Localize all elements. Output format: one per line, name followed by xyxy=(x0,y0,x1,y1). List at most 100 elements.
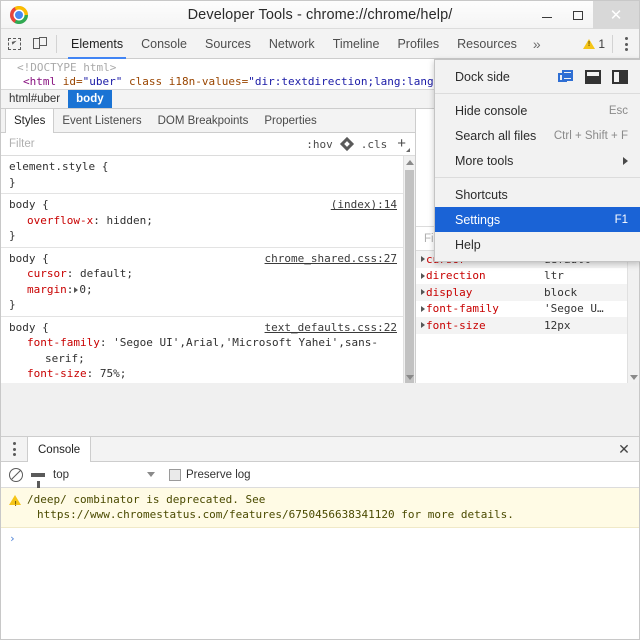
declaration[interactable]: font-size: 75%; xyxy=(9,366,397,382)
execution-context-selector[interactable]: top xyxy=(53,469,69,481)
menu-item-label: Settings xyxy=(455,212,501,227)
declaration-name: font-family xyxy=(27,336,100,349)
maximize-button[interactable] xyxy=(562,1,593,29)
filter-funnel-icon[interactable] xyxy=(31,472,45,488)
chevron-down-icon[interactable] xyxy=(147,472,155,477)
rule-close-brace: } xyxy=(9,229,16,242)
menu-item-shortcuts[interactable]: Shortcuts xyxy=(435,182,640,207)
console-message-warning[interactable]: /deep/ combinator is deprecated. See htt… xyxy=(1,488,639,528)
rule-source[interactable]: text_defaults.css:22 xyxy=(265,320,397,336)
computed-scrollbar[interactable] xyxy=(627,251,639,383)
warning-count-badge[interactable]: 1 xyxy=(583,37,612,51)
scrollbar-thumb[interactable] xyxy=(405,170,414,383)
clear-console-icon[interactable] xyxy=(9,467,23,482)
scroll-down-icon[interactable] xyxy=(404,371,415,383)
scroll-up-icon[interactable] xyxy=(404,156,415,168)
warning-count-label: 1 xyxy=(598,37,605,51)
expand-property-icon[interactable] xyxy=(421,322,425,329)
title-bar: Developer Tools - chrome://chrome/help/ … xyxy=(1,1,639,29)
rule-selector: body { xyxy=(9,198,49,211)
menu-item-shortcut: Ctrl + Shift + F xyxy=(553,129,628,142)
menu-item-label: Hide console xyxy=(455,103,528,118)
computed-property-value: 12px xyxy=(544,318,571,332)
declaration[interactable]: cursor: default; xyxy=(9,266,397,282)
tab-event-listeners[interactable]: Event Listeners xyxy=(54,109,149,132)
tab-profiles[interactable]: Profiles xyxy=(388,29,448,59)
new-style-rule-button[interactable]: + xyxy=(392,135,410,154)
tab-resources[interactable]: Resources xyxy=(448,29,526,59)
close-button[interactable]: ✕ xyxy=(593,1,639,29)
styles-filter-input[interactable]: Filter xyxy=(9,138,301,150)
dock-to-right-icon[interactable] xyxy=(612,69,628,84)
declaration[interactable]: font-family: 'Segoe UI',Arial,'Microsoft… xyxy=(9,335,397,351)
minimize-button[interactable] xyxy=(531,1,562,29)
tab-console[interactable]: Console xyxy=(132,29,196,59)
inspect-element-icon[interactable] xyxy=(1,29,27,59)
style-rule[interactable]: body { (index):14 overflow-x: hidden; } xyxy=(1,194,403,248)
styles-pane: Styles Event Listeners DOM Breakpoints P… xyxy=(1,109,416,383)
menu-separator xyxy=(435,93,640,94)
kebab-menu-icon[interactable] xyxy=(613,29,639,59)
preserve-log-checkbox[interactable] xyxy=(169,468,181,481)
breadcrumb-item-body[interactable]: body xyxy=(68,90,112,108)
expand-property-icon[interactable] xyxy=(421,256,425,263)
style-rule[interactable]: element.style { } xyxy=(1,156,403,194)
menu-separator xyxy=(435,177,640,178)
expand-property-icon[interactable] xyxy=(421,305,425,312)
panel-tabs: Elements Console Sources Network Timelin… xyxy=(62,29,526,59)
toolbar-right-group: 1 xyxy=(583,29,639,59)
computed-property-row[interactable]: direction ltr xyxy=(416,268,627,285)
tab-elements[interactable]: Elements xyxy=(62,29,132,59)
device-toolbar-icon[interactable] xyxy=(27,29,53,59)
style-rule[interactable]: body { text_defaults.css:22 font-family:… xyxy=(1,317,403,384)
tab-network[interactable]: Network xyxy=(260,29,324,59)
rule-source[interactable]: chrome_shared.css:27 xyxy=(265,251,397,267)
computed-property-name: font-size xyxy=(426,318,486,332)
rule-close-brace: } xyxy=(9,175,16,189)
console-toolbar: top Preserve log xyxy=(1,462,639,488)
expand-property-icon[interactable] xyxy=(421,272,425,279)
preserve-log-toggle[interactable]: Preserve log xyxy=(169,468,251,481)
drawer-kebab-menu-icon[interactable] xyxy=(1,437,27,461)
declaration[interactable]: margin: 0; xyxy=(9,282,397,298)
drawer-tab-console[interactable]: Console xyxy=(27,437,92,462)
hov-toggle-button[interactable]: :hov xyxy=(301,138,338,151)
declaration-name: cursor xyxy=(27,267,67,280)
devtools-window: Developer Tools - chrome://chrome/help/ … xyxy=(0,0,640,640)
tab-dom-breakpoints[interactable]: DOM Breakpoints xyxy=(150,109,257,132)
breadcrumb-item-html[interactable]: html#uber xyxy=(1,90,68,108)
tab-sources[interactable]: Sources xyxy=(196,29,260,59)
scroll-down-icon[interactable] xyxy=(628,371,639,383)
dock-side-options xyxy=(558,69,628,84)
cls-toggle-button[interactable]: .cls xyxy=(356,138,393,151)
expand-shorthand-icon[interactable] xyxy=(74,286,79,293)
menu-item-hide-console[interactable]: Hide console Esc xyxy=(435,98,640,123)
styles-scrollbar[interactable] xyxy=(403,156,415,383)
style-rule[interactable]: body { chrome_shared.css:27 cursor: defa… xyxy=(1,248,403,317)
menu-item-help[interactable]: Help xyxy=(435,232,640,257)
color-format-icon[interactable] xyxy=(339,136,354,152)
declaration[interactable]: overflow-x: hidden; xyxy=(9,213,397,229)
tab-overflow-button[interactable]: » xyxy=(526,36,548,52)
console-drawer: Console ✕ top Preserve log /deep/ combin… xyxy=(1,436,639,639)
menu-item-label: More tools xyxy=(455,153,514,168)
console-prompt[interactable]: › xyxy=(1,528,639,548)
computed-property-row[interactable]: font-family 'Segoe U… xyxy=(416,301,627,318)
computed-property-row[interactable]: display block xyxy=(416,284,627,301)
computed-property-row[interactable]: font-size 12px xyxy=(416,317,627,334)
menu-item-settings[interactable]: Settings F1 xyxy=(435,207,640,232)
toolbar-divider xyxy=(56,34,57,53)
undock-window-icon[interactable] xyxy=(558,69,574,84)
console-message-line2: https://www.chromestatus.com/features/67… xyxy=(37,508,514,521)
dock-to-bottom-icon[interactable] xyxy=(585,69,601,84)
tab-properties[interactable]: Properties xyxy=(256,109,324,132)
rule-source[interactable]: (index):14 xyxy=(331,197,397,213)
tab-styles[interactable]: Styles xyxy=(5,109,55,133)
execution-context-value: top xyxy=(53,468,69,481)
declaration-value: 0; xyxy=(79,282,93,296)
menu-item-search-all-files[interactable]: Search all files Ctrl + Shift + F xyxy=(435,123,640,148)
expand-property-icon[interactable] xyxy=(421,289,425,296)
menu-item-more-tools[interactable]: More tools xyxy=(435,148,640,173)
tab-timeline[interactable]: Timeline xyxy=(324,29,389,59)
drawer-close-icon[interactable]: ✕ xyxy=(609,437,639,462)
